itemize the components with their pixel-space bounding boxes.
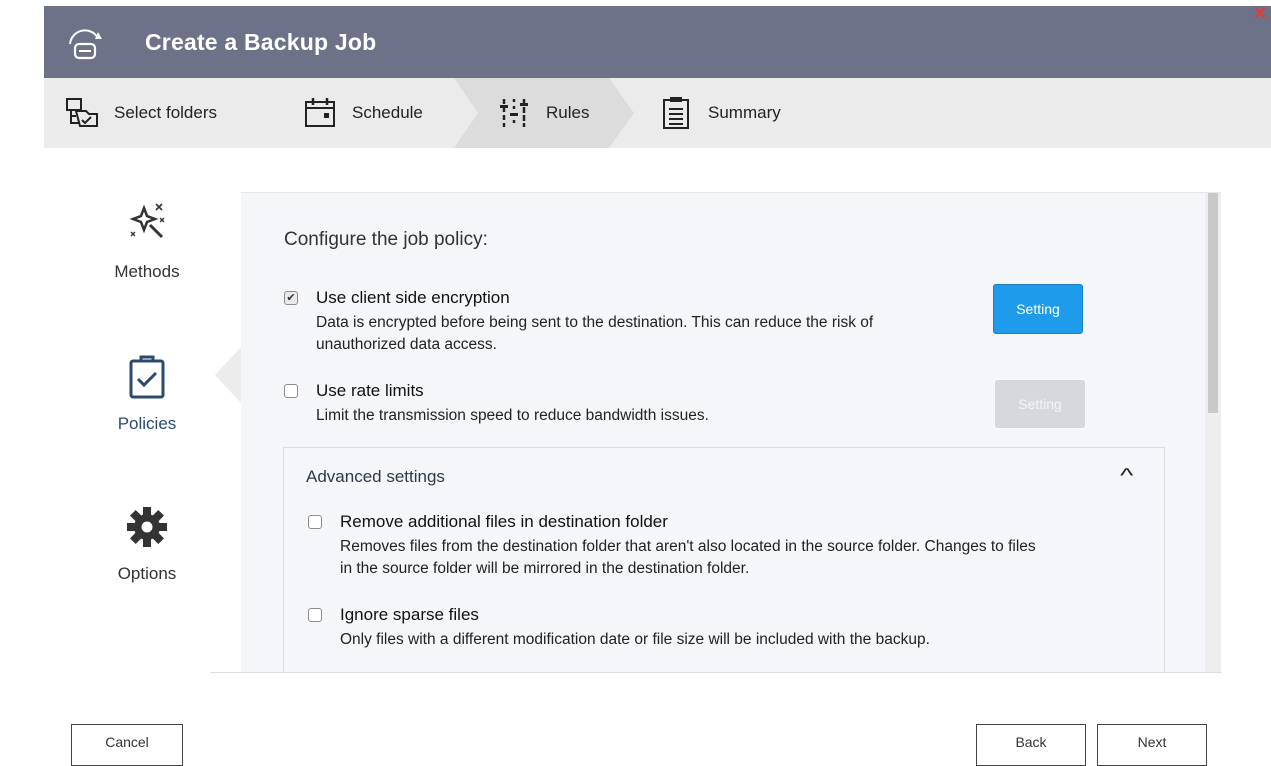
chevron-up-icon[interactable]: ^ [1120, 465, 1133, 488]
option-description: Limit the transmission speed to reduce b… [316, 407, 709, 424]
remove-files-checkbox[interactable] [308, 515, 322, 529]
step-label: Schedule [352, 103, 423, 122]
step-label: Summary [708, 103, 781, 122]
window-title: Create a Backup Job [145, 29, 377, 55]
option-title: Remove additional files in destination f… [340, 512, 668, 531]
advanced-settings-section: Advanced settings ^ Remove additional fi… [283, 447, 1165, 673]
scrollbar-thumb[interactable] [1208, 193, 1218, 413]
nav-methods[interactable]: Methods [84, 200, 210, 282]
step-rules[interactable]: Rules [496, 78, 589, 148]
policy-panel: Configure the job policy: ✔ Use client s… [241, 192, 1221, 673]
option-title: Ignore sparse files [340, 605, 479, 624]
step-label: Select folders [114, 103, 217, 122]
wizard-steps: Select folders Schedule Rules Summary [44, 78, 1271, 148]
next-button[interactable]: Next [1097, 724, 1207, 766]
nav-label: Options [117, 564, 177, 583]
rate-limits-setting-button: Setting [995, 380, 1085, 428]
step-select-folders[interactable]: Select folders [64, 78, 217, 148]
panel-scrollbar[interactable] [1205, 193, 1221, 673]
calendar-icon [305, 98, 335, 127]
sliders-icon [500, 99, 528, 127]
step-label: Rules [546, 103, 590, 122]
option-title: Use client side encryption [316, 288, 510, 307]
gear-icon [127, 507, 167, 547]
encryption-checkbox[interactable]: ✔ [284, 291, 298, 305]
option-description: Data is encrypted before being sent to t… [316, 314, 874, 353]
panel-heading: Configure the job policy: [284, 229, 488, 250]
backup-drive-icon [69, 29, 102, 60]
option-description: Removes files from the destination folde… [340, 538, 1036, 577]
encryption-setting-button[interactable]: Setting [993, 284, 1083, 334]
option-title: Use rate limits [316, 381, 424, 400]
cancel-button[interactable]: Cancel [71, 724, 183, 766]
sparse-files-checkbox[interactable] [308, 608, 322, 622]
option-description: Only files with a different modification… [340, 631, 930, 648]
nav-label: Policies [117, 414, 177, 433]
nav-policies[interactable]: Policies [84, 352, 210, 434]
active-nav-pointer [215, 347, 241, 403]
back-button[interactable]: Back [976, 724, 1086, 766]
clipboard-list-icon [663, 97, 689, 129]
title-bar: Create a Backup Job [44, 6, 1271, 78]
close-icon[interactable]: × [1250, 2, 1270, 24]
folder-tree-icon [66, 98, 98, 127]
clipboard-check-icon [129, 355, 165, 399]
step-schedule[interactable]: Schedule [302, 78, 423, 148]
nav-options[interactable]: Options [84, 502, 210, 584]
advanced-settings-title[interactable]: Advanced settings [306, 467, 445, 487]
magic-wand-icon [129, 203, 165, 239]
step-summary[interactable]: Summary [658, 78, 781, 148]
nav-label: Methods [114, 262, 180, 281]
rate-limits-checkbox[interactable] [284, 384, 298, 398]
panel-divider [210, 672, 1222, 673]
